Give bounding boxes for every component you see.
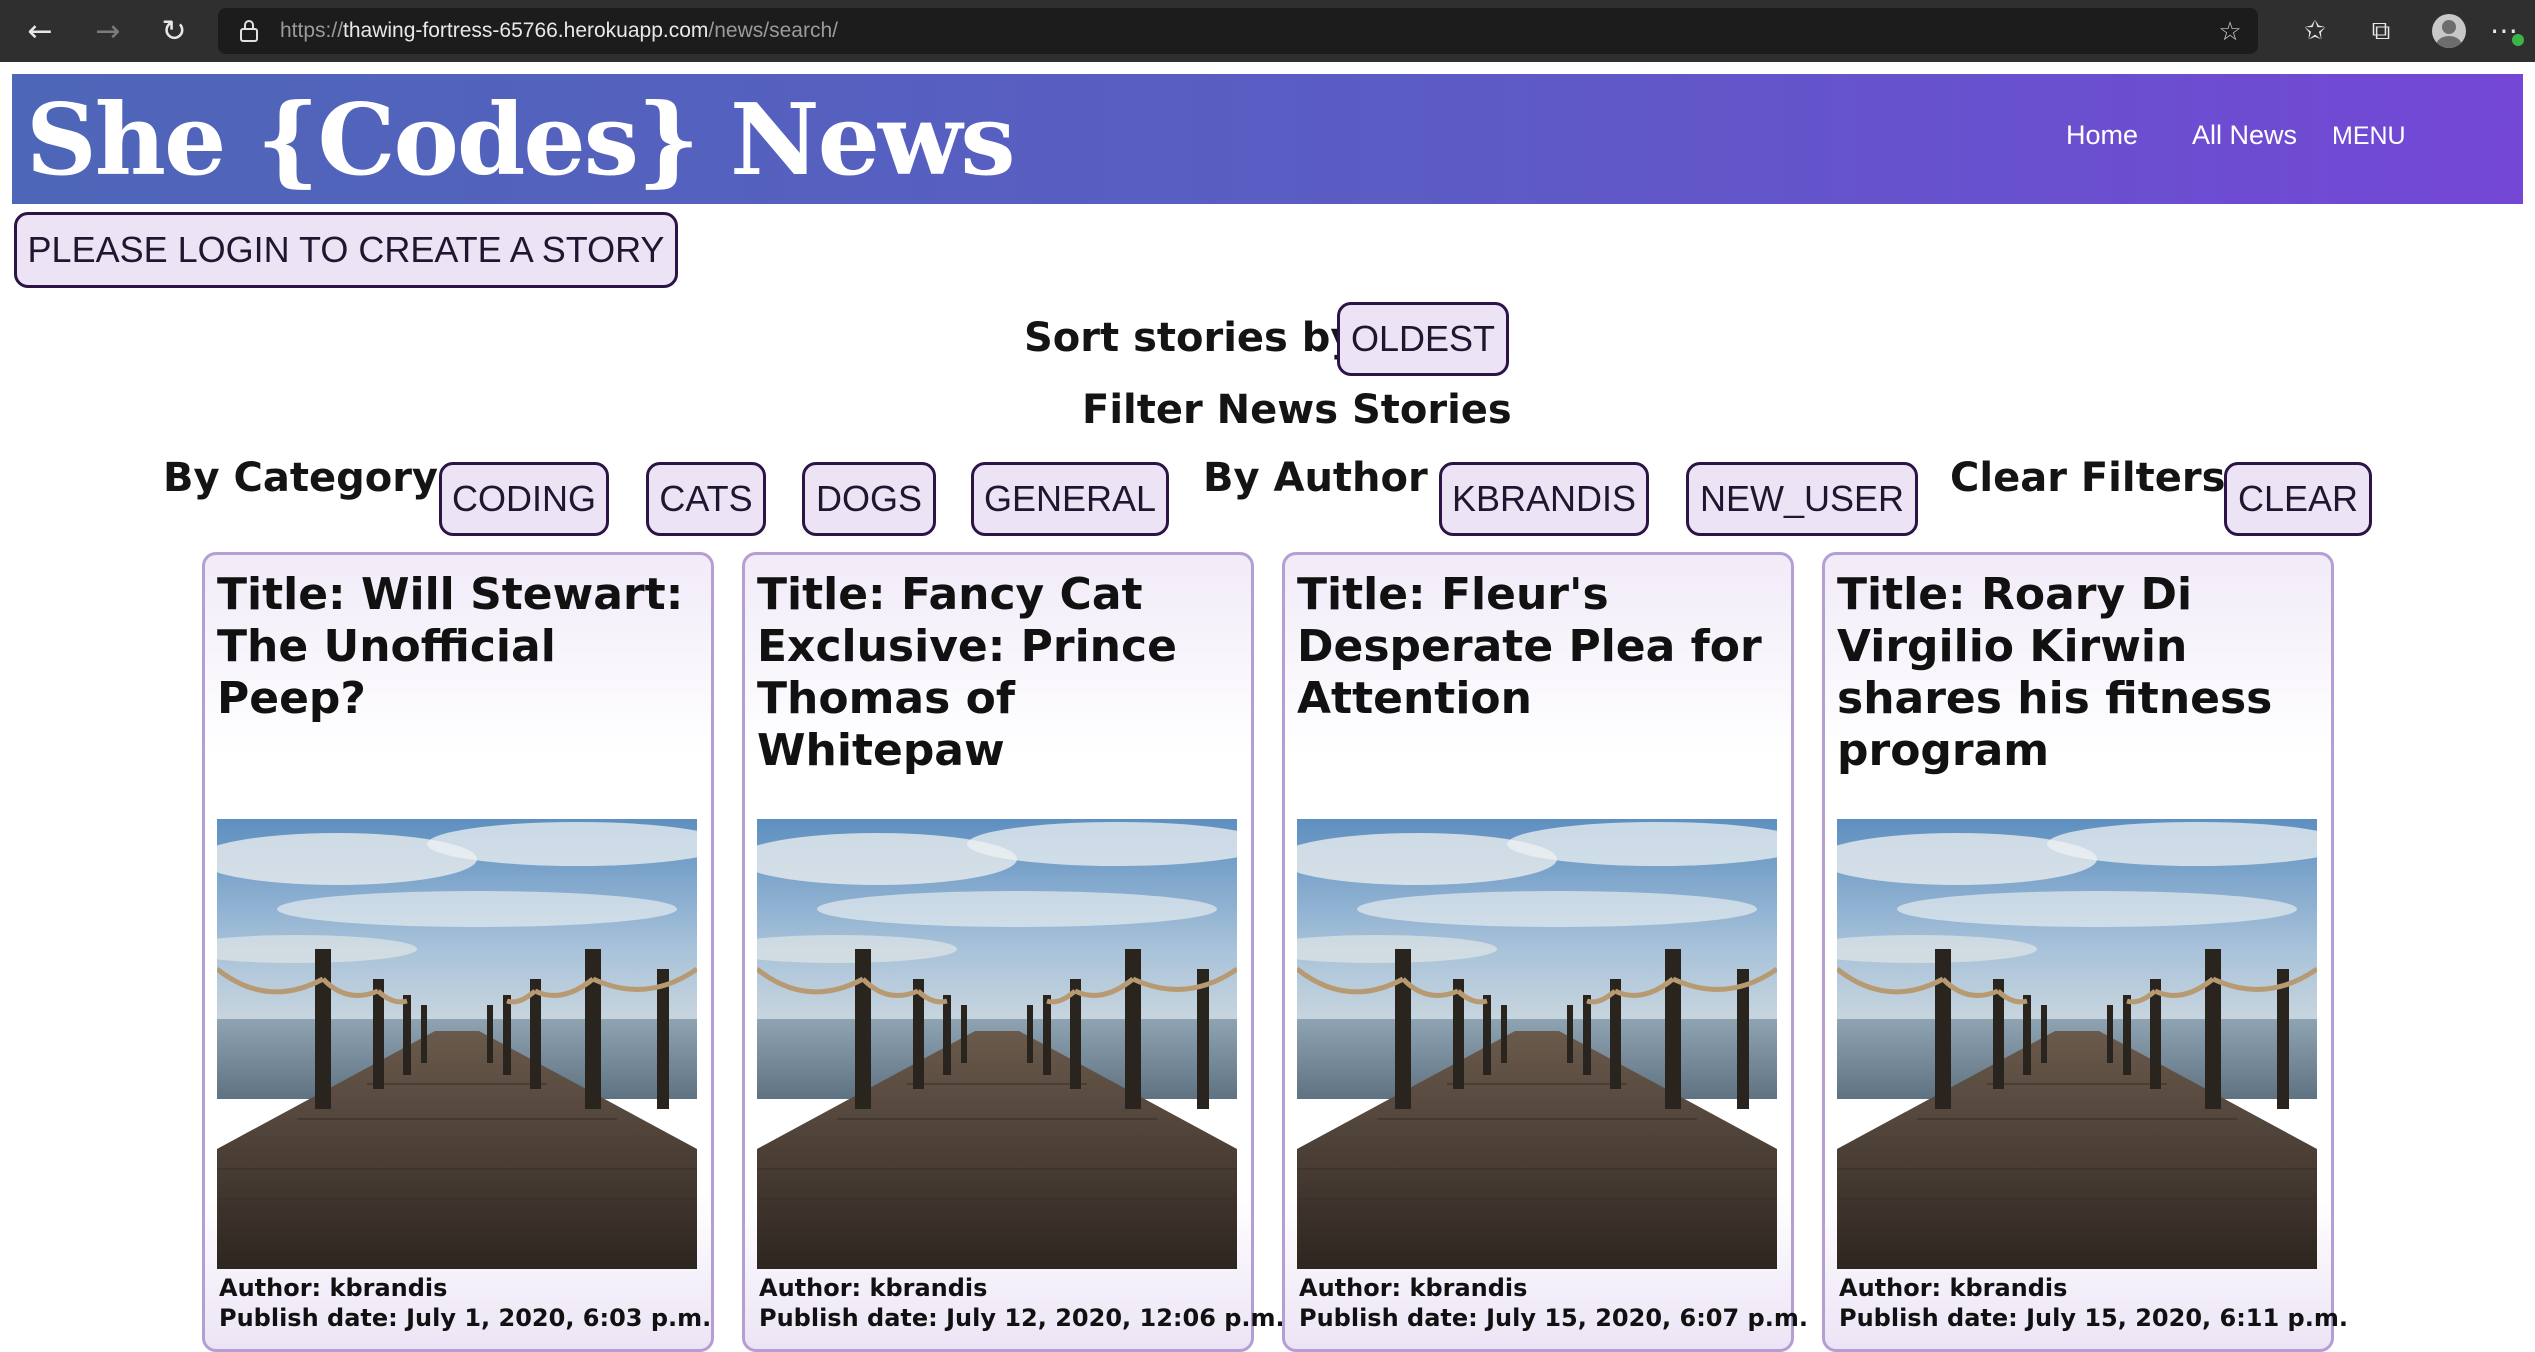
story-author: Author: kbrandis [1299, 1274, 1528, 1302]
nav-menu-link[interactable]: MENU [2332, 122, 2406, 151]
story-author: Author: kbrandis [759, 1274, 988, 1302]
sort-oldest-button[interactable]: OLDEST [1337, 302, 1509, 376]
story-title[interactable]: Title: Fleur's Desperate Plea for Attent… [1297, 569, 1777, 725]
story-publish-date: Publish date: July 15, 2020, 6:07 p.m. [1299, 1304, 1808, 1332]
forward-arrow-icon[interactable]: → [90, 14, 126, 50]
login-to-create-story-button[interactable]: PLEASE LOGIN TO CREATE A STORY [14, 212, 678, 288]
add-favorite-icon[interactable]: ☆ [2216, 18, 2244, 46]
story-image[interactable] [1837, 819, 2317, 1269]
refresh-icon[interactable]: ↻ [156, 14, 192, 50]
story-card[interactable]: Title: Fleur's Desperate Plea for Attent… [1282, 552, 1808, 1352]
pier-photo [217, 819, 697, 1269]
category-cats-button[interactable]: CATS [646, 462, 766, 536]
story-publish-date: Publish date: July 15, 2020, 6:11 p.m. [1839, 1304, 2348, 1332]
story-author: Author: kbrandis [219, 1274, 448, 1302]
story-image[interactable] [757, 819, 1237, 1269]
nav-home-link[interactable]: Home [2066, 120, 2138, 151]
url-text[interactable]: https://thawing-fortress-65766.herokuapp… [280, 8, 838, 54]
by-category-label: By Category [163, 455, 438, 501]
story-publish-date: Publish date: July 12, 2020, 12:06 p.m. [759, 1304, 1285, 1332]
lock-icon[interactable] [238, 19, 260, 43]
clear-filters-label: Clear Filters [1950, 455, 2226, 501]
collections-icon[interactable]: ⧉ [2362, 12, 2400, 50]
category-coding-button[interactable]: CODING [439, 462, 609, 536]
story-image[interactable] [1297, 819, 1777, 1269]
story-title[interactable]: Title: Will Stewart: The Unofficial Peep… [217, 569, 697, 725]
author-kbrandis-button[interactable]: KBRANDIS [1439, 462, 1649, 536]
story-card[interactable]: Title: Roary Di Virgilio Kirwin shares h… [1822, 552, 2348, 1352]
sort-label: Sort stories by: [1024, 315, 1373, 361]
favorites-icon[interactable]: ✩ [2296, 12, 2334, 50]
clear-filters-button[interactable]: CLEAR [2224, 462, 2372, 536]
pier-photo [1837, 819, 2317, 1269]
story-author: Author: kbrandis [1839, 1274, 2068, 1302]
site-logo[interactable]: She {Codes} News [26, 86, 1016, 196]
browser-toolbar: ← → ↻ https://thawing-fortress-65766.her… [0, 0, 2535, 62]
category-general-button[interactable]: GENERAL [971, 462, 1169, 536]
pier-photo [1297, 819, 1777, 1269]
story-image[interactable] [217, 819, 697, 1269]
more-icon[interactable]: ⋯ [2490, 12, 2524, 50]
nav-all-news-link[interactable]: All News [2192, 120, 2297, 151]
story-card[interactable]: Title: Fancy Cat Exclusive: Prince Thoma… [742, 552, 1285, 1352]
author-new-user-button[interactable]: NEW_USER [1686, 462, 1918, 536]
story-card[interactable]: Title: Will Stewart: The Unofficial Peep… [202, 552, 714, 1352]
by-author-label: By Author [1203, 455, 1428, 501]
profile-icon[interactable] [2432, 14, 2466, 48]
address-bar[interactable]: https://thawing-fortress-65766.herokuapp… [218, 8, 2258, 54]
story-title[interactable]: Title: Fancy Cat Exclusive: Prince Thoma… [757, 569, 1237, 777]
filter-heading: Filter News Stories [1082, 387, 1512, 433]
category-dogs-button[interactable]: DOGS [802, 462, 936, 536]
story-publish-date: Publish date: July 1, 2020, 6:03 p.m. [219, 1304, 712, 1332]
back-arrow-icon[interactable]: ← [22, 14, 58, 50]
story-title[interactable]: Title: Roary Di Virgilio Kirwin shares h… [1837, 569, 2317, 777]
site-header: She {Codes} News Home All News MENU [12, 74, 2523, 204]
pier-photo [757, 819, 1237, 1269]
